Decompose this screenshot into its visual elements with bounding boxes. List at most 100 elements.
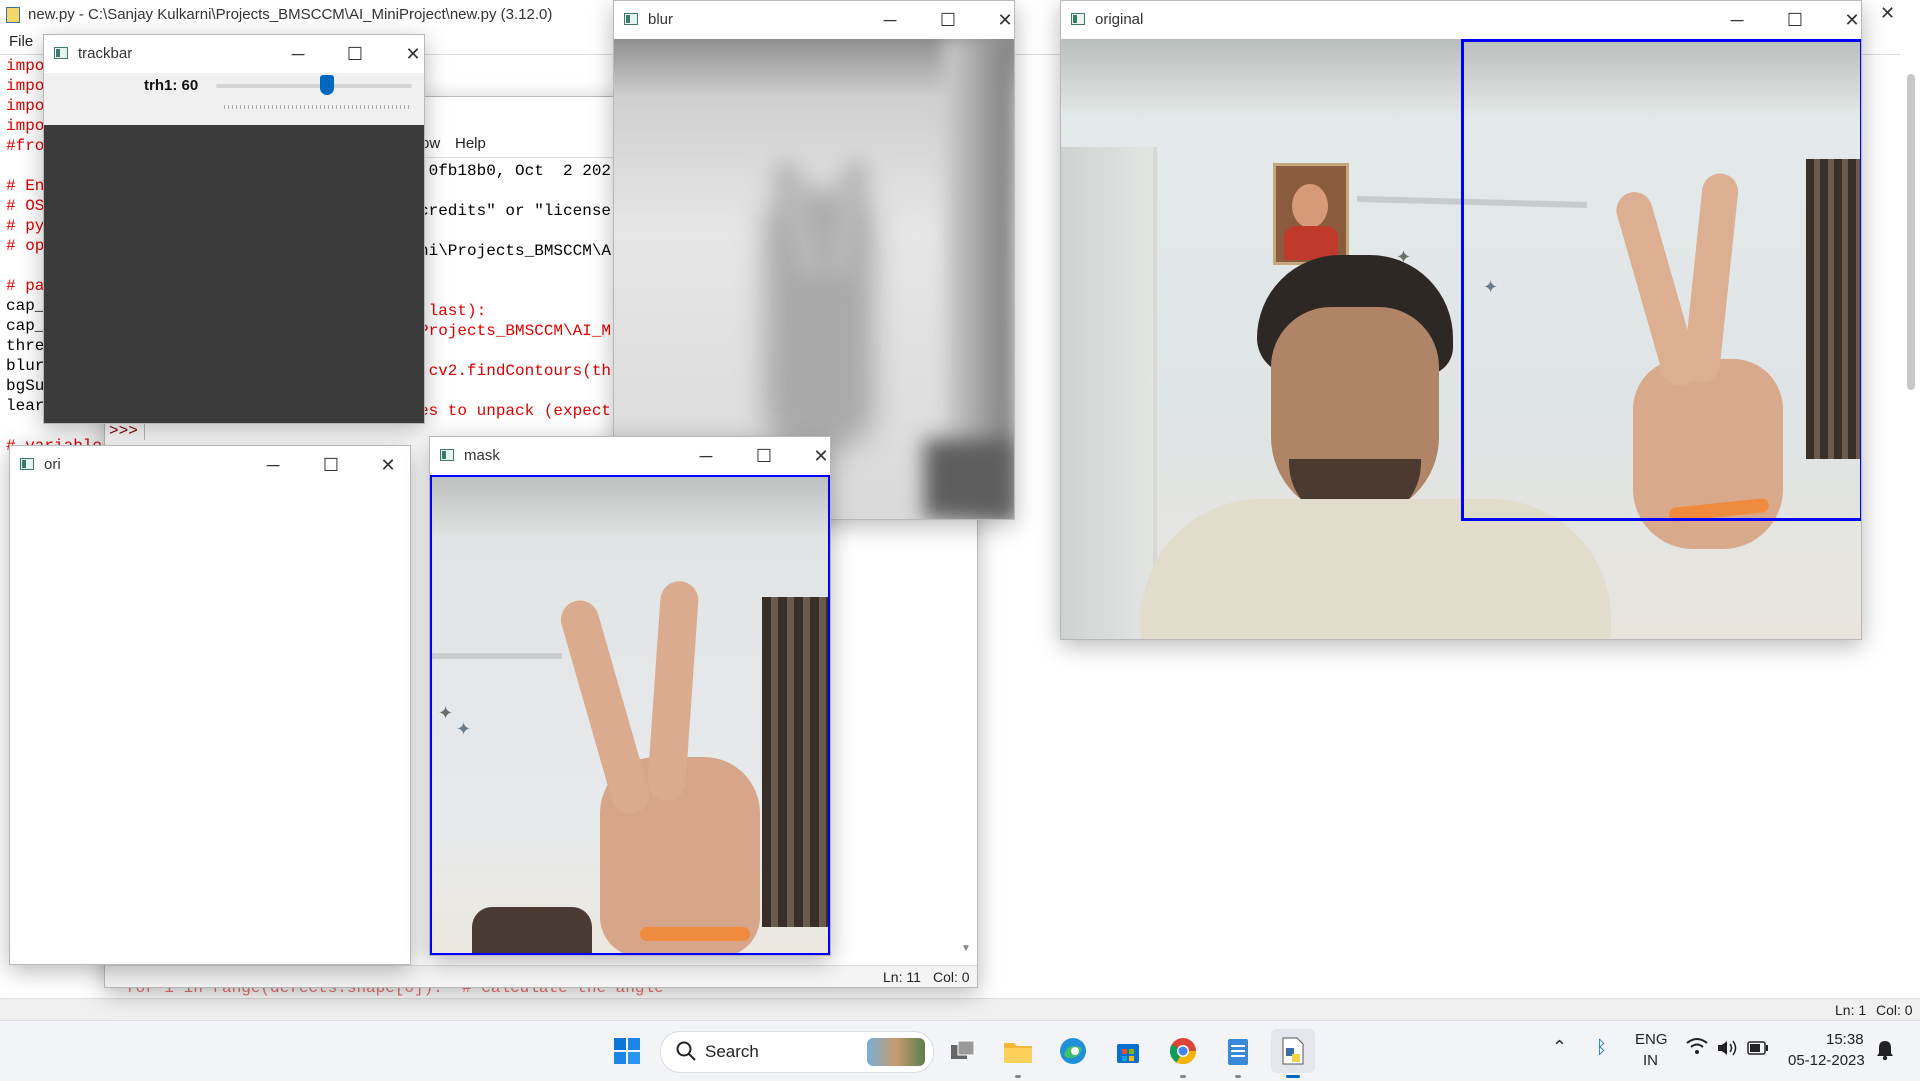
ori-empty-canvas xyxy=(10,484,410,964)
close-button[interactable]: ✕ xyxy=(982,1,1014,39)
editor-scrollbar[interactable] xyxy=(1902,54,1920,994)
door-frame xyxy=(1061,147,1157,639)
maximize-button[interactable]: ☐ xyxy=(1772,1,1818,39)
python-idle-icon[interactable] xyxy=(1271,1029,1315,1073)
minimize-button[interactable]: ─ xyxy=(1714,1,1760,39)
shell-line: :0fb18b0, Oct 2 202 xyxy=(419,162,612,180)
minimize-button[interactable]: ─ xyxy=(867,1,913,39)
editor-title: new.py - C:\Sanjay Kulkarni\Projects_BMS… xyxy=(28,6,553,23)
trackbar-ticks xyxy=(224,105,412,109)
shell-menu-help[interactable]: Help xyxy=(455,135,486,152)
code-fragment: blur xyxy=(6,357,45,375)
chrome-icon[interactable] xyxy=(1161,1029,1205,1073)
mask-hand-finger xyxy=(556,596,654,818)
ori-titlebar[interactable]: ori ─ ☐ ✕ xyxy=(10,446,410,484)
code-fragment: cap_ xyxy=(6,297,45,315)
opencv-window-icon xyxy=(54,47,68,59)
blur-title: blur xyxy=(648,11,674,28)
opencv-window-icon xyxy=(624,13,638,25)
trackbar-title: trackbar xyxy=(78,45,133,62)
open-app-indicator xyxy=(1015,1075,1021,1078)
code-fragment: #fro xyxy=(6,137,45,155)
minimize-button[interactable]: ─ xyxy=(250,446,296,484)
taskbar-search[interactable]: Search xyxy=(660,1031,934,1073)
code-fragment: thre xyxy=(6,337,45,355)
mask-titlebar[interactable]: mask ─ ☐ ✕ xyxy=(430,437,830,475)
editor-statusbar: Ln: 1 Col: 0 xyxy=(0,998,1920,1021)
close-button[interactable]: ✕ xyxy=(390,35,424,73)
scrollbar-thumb[interactable] xyxy=(1907,74,1915,390)
butterfly-decor: ✦ xyxy=(438,703,454,723)
python-file-icon xyxy=(6,7,20,23)
code-fragment: # pa xyxy=(6,277,45,295)
trackbar-window: trackbar ─ ☐ ✕ trh1: 60 xyxy=(43,34,425,424)
shell-line: cv2.findContours(th xyxy=(419,362,612,380)
close-button[interactable]: ✕ xyxy=(365,446,410,484)
language-top[interactable]: ENG xyxy=(1635,1031,1668,1048)
blur-dark-corner xyxy=(924,439,1014,519)
notification-bell-icon[interactable] xyxy=(1876,1039,1894,1066)
butterfly-decor: ✦ xyxy=(456,719,472,739)
mask-wrist-band xyxy=(640,927,750,941)
code-fragment: # py xyxy=(6,217,45,235)
mask-chair xyxy=(472,907,592,953)
minimize-button[interactable]: ─ xyxy=(683,437,729,475)
code-fragment: # OS xyxy=(6,197,45,215)
open-app-indicator xyxy=(1235,1075,1241,1078)
ori-title: ori xyxy=(44,456,61,473)
file-explorer-icon[interactable] xyxy=(996,1029,1040,1073)
shell-line: last): xyxy=(419,302,487,320)
mask-window: mask ─ ☐ ✕ ✦ ✦ xyxy=(429,436,831,956)
clock-date[interactable]: 05-12-2023 xyxy=(1788,1052,1865,1069)
trackbar-panel: trh1: 60 xyxy=(44,73,424,125)
wifi-icon[interactable] xyxy=(1686,1037,1708,1060)
language-bottom[interactable]: IN xyxy=(1643,1052,1658,1069)
maximize-button[interactable]: ☐ xyxy=(308,446,354,484)
shell-line: credits" or "license xyxy=(419,202,612,220)
close-button[interactable]: ✕ xyxy=(798,437,830,475)
mask-curtain xyxy=(762,597,828,927)
original-titlebar[interactable]: original ─ ☐ ✕ xyxy=(1061,1,1861,39)
microsoft-store-icon[interactable] xyxy=(1106,1029,1150,1073)
shell-status-ln: Ln: 11 xyxy=(883,969,921,985)
volume-icon[interactable] xyxy=(1716,1039,1738,1062)
taskbar: Search ⌃ ᛒ ENG IN 15:38 05-12-2023 xyxy=(0,1020,1920,1081)
opencv-window-icon xyxy=(440,449,454,461)
clock-time[interactable]: 15:38 xyxy=(1826,1031,1864,1048)
slider-thumb[interactable] xyxy=(320,75,334,95)
open-app-indicator xyxy=(1180,1075,1186,1078)
ori-window: ori ─ ☐ ✕ xyxy=(9,445,411,965)
menu-file[interactable]: File xyxy=(9,33,33,50)
editor-status-col: Col: 0 xyxy=(1876,1002,1913,1018)
windows-start-icon[interactable] xyxy=(605,1029,649,1073)
bluetooth-icon[interactable]: ᛒ xyxy=(1596,1037,1607,1058)
chevron-up-icon[interactable]: ⌃ xyxy=(1552,1037,1567,1058)
maximize-button[interactable]: ☐ xyxy=(741,437,787,475)
notepad-icon[interactable] xyxy=(1216,1029,1260,1073)
mask-title: mask xyxy=(464,447,500,464)
photo-child-face xyxy=(1292,184,1328,228)
search-icon xyxy=(675,1040,697,1067)
task-view-icon[interactable] xyxy=(941,1029,985,1073)
trackbar-titlebar[interactable]: trackbar ─ ☐ ✕ xyxy=(44,35,424,73)
editor-close-button[interactable]: ✕ xyxy=(1880,3,1895,24)
trackbar-slider[interactable] xyxy=(216,75,412,95)
editor-status-ln: Ln: 1 xyxy=(1835,1002,1867,1018)
edge-browser-icon[interactable] xyxy=(1051,1029,1095,1073)
battery-icon[interactable] xyxy=(1747,1041,1769,1060)
original-window: original ─ ☐ ✕ ✦ ✦ xyxy=(1060,0,1862,640)
search-highlight-icon xyxy=(867,1038,925,1066)
close-button[interactable]: ✕ xyxy=(1829,1,1861,39)
trackbar-empty-canvas xyxy=(44,125,424,423)
webcam-frame: ✦ ✦ xyxy=(1061,39,1861,639)
scroll-down-arrow-icon[interactable]: ▼ xyxy=(961,943,971,954)
shell-prompt: >>> xyxy=(109,422,145,440)
shell-statusbar: Ln: 11 Col: 0 xyxy=(105,965,977,987)
blur-titlebar[interactable]: blur ─ ☐ ✕ xyxy=(614,1,1014,39)
maximize-button[interactable]: ☐ xyxy=(332,35,378,73)
shell-line: Projects_BMSCCM\AI_M xyxy=(419,322,612,340)
original-title: original xyxy=(1095,11,1144,28)
minimize-button[interactable]: ─ xyxy=(275,35,321,73)
maximize-button[interactable]: ☐ xyxy=(925,1,971,39)
photo-frame xyxy=(1273,163,1349,265)
